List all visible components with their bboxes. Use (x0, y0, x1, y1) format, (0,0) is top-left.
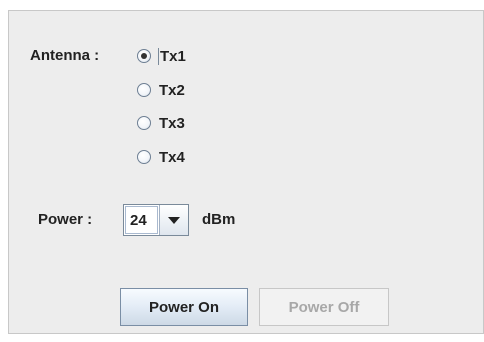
antenna-option-tx1[interactable]: Tx1 (137, 45, 187, 67)
antenna-option-label: Tx2 (159, 81, 185, 99)
power-on-button[interactable]: Power On (120, 288, 248, 326)
antenna-option-label: Tx4 (159, 148, 185, 166)
antenna-option-tx2[interactable]: Tx2 (137, 79, 186, 101)
radio-button[interactable] (137, 150, 151, 164)
power-unit: dBm (202, 211, 236, 228)
radio-button[interactable] (137, 116, 151, 130)
settings-panel: Antenna : Tx1 Tx2 Tx3 Tx4 Power : 24 dBm… (8, 10, 484, 334)
power-dropdown[interactable]: 24 (123, 204, 189, 236)
antenna-label: Antenna : (30, 47, 100, 64)
power-label: Power : (38, 211, 93, 228)
radio-button-checked[interactable] (137, 49, 151, 63)
power-off-button[interactable]: Power Off (259, 288, 389, 326)
antenna-option-label: Tx3 (159, 114, 185, 132)
chevron-down-icon (168, 216, 180, 224)
antenna-option-tx3[interactable]: Tx3 (137, 112, 186, 134)
radio-button[interactable] (137, 83, 151, 97)
antenna-option-label: Tx1 (158, 47, 186, 65)
power-value: 24 (125, 206, 158, 234)
dropdown-arrow-button[interactable] (159, 205, 188, 235)
antenna-option-tx4[interactable]: Tx4 (137, 146, 186, 168)
